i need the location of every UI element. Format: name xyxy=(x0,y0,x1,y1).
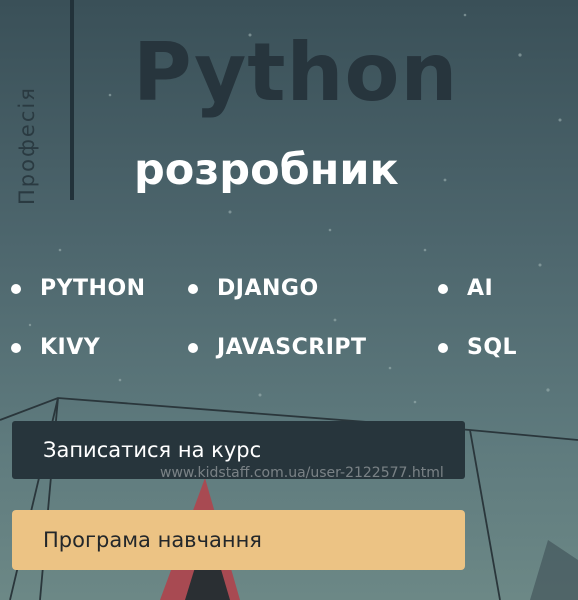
bullet-icon xyxy=(188,283,198,294)
page-title: Python xyxy=(133,26,459,119)
skill-label: AI xyxy=(467,276,494,301)
bullet-icon xyxy=(438,283,448,294)
skill-label: SQL xyxy=(467,335,518,360)
skill-item: AI xyxy=(438,276,493,301)
bullet-icon xyxy=(188,342,198,353)
vertical-divider xyxy=(70,0,74,200)
skill-item: KIVY xyxy=(11,335,100,360)
skill-label: DJANGO xyxy=(217,276,319,301)
bullet-icon xyxy=(11,342,21,353)
watermark-text: www.kidstaff.com.ua/user-2122577.html xyxy=(160,465,444,481)
page-subtitle: розробник xyxy=(134,145,399,195)
program-button[interactable]: Програма навчання xyxy=(12,510,465,570)
skill-item: JAVASCRIPT xyxy=(188,335,367,360)
bullet-icon xyxy=(438,342,448,353)
skill-item: PYTHON xyxy=(11,276,146,301)
skill-label: JAVASCRIPT xyxy=(217,335,367,360)
vertical-label: Професія xyxy=(15,86,39,205)
bullet-icon xyxy=(11,283,21,294)
skill-item: DJANGO xyxy=(188,276,319,301)
skill-label: KIVY xyxy=(40,335,101,360)
skill-item: SQL xyxy=(438,335,517,360)
plant-silhouette xyxy=(530,540,578,600)
skill-label: PYTHON xyxy=(40,276,146,301)
